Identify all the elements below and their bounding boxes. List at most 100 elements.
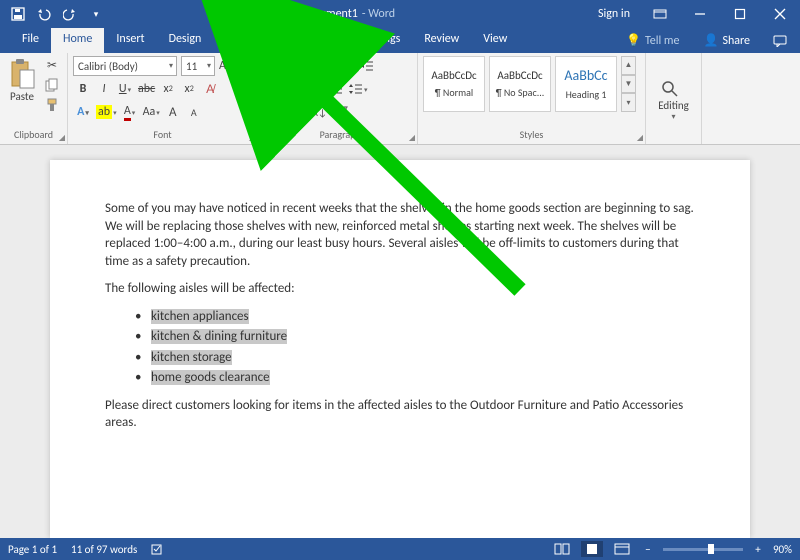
paste-button[interactable]: Paste [5,56,39,103]
line-spacing-icon[interactable] [347,79,370,99]
zoom-out-icon[interactable]: − [641,543,655,556]
qat-customize-icon[interactable]: ▾ [84,3,108,25]
font-launcher-icon[interactable]: ◢ [249,133,255,143]
undo-icon[interactable] [32,3,56,25]
paragraph-1[interactable]: Some of you may have noticed in recent w… [105,200,695,270]
format-painter-icon[interactable] [42,96,62,114]
paragraph-2[interactable]: The following aisles will be affected: [105,280,695,298]
tab-file[interactable]: File [10,28,51,53]
proofing-icon[interactable] [151,543,165,555]
tab-home[interactable]: Home [51,28,104,53]
bullets-button[interactable] [263,56,288,76]
shrink-font-icon[interactable]: A▼ [237,56,257,76]
show-marks-icon[interactable]: ¶ [334,102,354,122]
superscript-button[interactable]: x2 [179,79,199,99]
align-center-icon[interactable] [284,79,304,99]
paragraph-3[interactable]: Please direct customers looking for item… [105,397,695,432]
numbering-button[interactable]: 123 [289,56,312,76]
clipboard-launcher-icon[interactable]: ◢ [59,133,65,143]
selected-text[interactable]: kitchen storage [151,350,232,365]
app-name: - Word [362,7,395,21]
group-label-styles: Styles [423,129,640,143]
shading-icon[interactable] [263,102,286,122]
selected-text[interactable]: kitchen & dining furniture [151,329,287,344]
ribbon: Paste ✂ Clipboard ◢ Calibri (Body) 11 A▲… [0,53,800,145]
window-title: Document1 - Word [108,7,588,21]
clear-formatting-icon[interactable]: A̸ [200,79,220,99]
page-count[interactable]: Page 1 of 1 [8,543,57,556]
grow-font2-icon[interactable]: A [163,102,183,122]
maximize-icon[interactable] [720,0,760,28]
underline-button[interactable]: U [115,79,135,99]
close-icon[interactable] [760,0,800,28]
subscript-button[interactable]: x2 [158,79,178,99]
bold-button[interactable]: B [73,79,93,99]
zoom-level[interactable]: 90% [773,543,792,556]
selected-text[interactable]: kitchen appliances [151,309,249,324]
bulleted-list[interactable]: kitchen appliances kitchen & dining furni… [135,308,695,387]
font-color-icon[interactable]: A [120,102,140,122]
increase-indent-icon[interactable] [357,56,377,76]
minimize-icon[interactable] [680,0,720,28]
save-icon[interactable] [6,3,30,25]
zoom-slider[interactable] [663,548,743,551]
group-label-clipboard: Clipboard [5,129,62,143]
editing-dropdown[interactable]: Editing ▾ [651,77,696,122]
document-page[interactable]: Some of you may have noticed in recent w… [50,160,750,538]
list-item[interactable]: kitchen & dining furniture [135,328,695,346]
decrease-indent-icon[interactable] [336,56,356,76]
tab-design[interactable]: Design [157,28,214,53]
status-bar: Page 1 of 1 11 of 97 words − + 90% [0,538,800,560]
font-name-combo[interactable]: Calibri (Body) [73,56,177,76]
highlight-icon[interactable]: ab [94,102,119,122]
grow-font-icon[interactable]: A▲ [216,56,236,76]
comments-icon[interactable] [766,35,794,47]
list-item[interactable]: home goods clearance [135,369,695,387]
print-layout-icon[interactable] [581,541,603,557]
ribbon-display-icon[interactable] [640,0,680,28]
change-case-icon[interactable]: Aa [141,102,162,122]
tab-insert[interactable]: Insert [104,28,156,53]
document-area[interactable]: Some of you may have noticed in recent w… [0,145,800,538]
paragraph-launcher-icon[interactable]: ◢ [409,133,415,143]
sign-in-button[interactable]: Sign in [588,7,640,21]
list-item[interactable]: kitchen storage [135,349,695,367]
style-item[interactable]: AaBbCcHeading 1 [555,56,617,112]
gallery-scroll[interactable]: ▲▼▾ [621,56,636,112]
web-layout-icon[interactable] [611,541,633,557]
tell-me-search[interactable]: 💡 Tell me [618,33,687,48]
list-item[interactable]: kitchen appliances [135,308,695,326]
font-size-combo[interactable]: 11 [181,56,215,76]
shrink-font2-icon[interactable]: A [184,102,204,122]
style-item[interactable]: AaBbCcDc¶ Normal [423,56,485,112]
tab-mailings[interactable]: Mailings [347,28,412,53]
redo-icon[interactable] [58,3,82,25]
group-font: Calibri (Body) 11 A▲ A▼ B I U abc x2 x2 … [68,53,258,144]
tab-layout[interactable]: Layout [213,28,270,53]
align-right-icon[interactable] [305,79,325,99]
italic-button[interactable]: I [94,79,114,99]
tab-references[interactable]: References [270,28,348,53]
cut-icon[interactable]: ✂ [42,56,62,74]
copy-icon[interactable] [42,76,62,94]
borders-icon[interactable] [287,102,310,122]
tab-view[interactable]: View [471,28,519,53]
word-count[interactable]: 11 of 97 words [71,543,137,556]
styles-launcher-icon[interactable]: ◢ [637,133,643,143]
align-left-icon[interactable] [263,79,283,99]
styles-gallery[interactable]: AaBbCcDc¶ NormalAaBbCcDc¶ No Spac...AaBb… [423,56,636,112]
zoom-in-icon[interactable]: + [751,543,765,556]
find-icon [660,79,688,99]
sort-icon[interactable]: A↓ [310,102,333,122]
read-mode-icon[interactable] [551,541,573,557]
group-label-paragraph: Paragrap [263,129,412,143]
selected-text[interactable]: home goods clearance [151,370,270,385]
multilevel-list-button[interactable] [312,56,335,76]
tab-review[interactable]: Review [412,28,471,53]
style-item[interactable]: AaBbCcDc¶ No Spac... [489,56,551,112]
justify-icon[interactable] [326,79,346,99]
strikethrough-button[interactable]: abc [136,79,157,99]
group-editing: Editing ▾ [646,53,702,144]
share-button[interactable]: 👤 Share [693,33,760,48]
text-effects-icon[interactable]: A [73,102,93,122]
